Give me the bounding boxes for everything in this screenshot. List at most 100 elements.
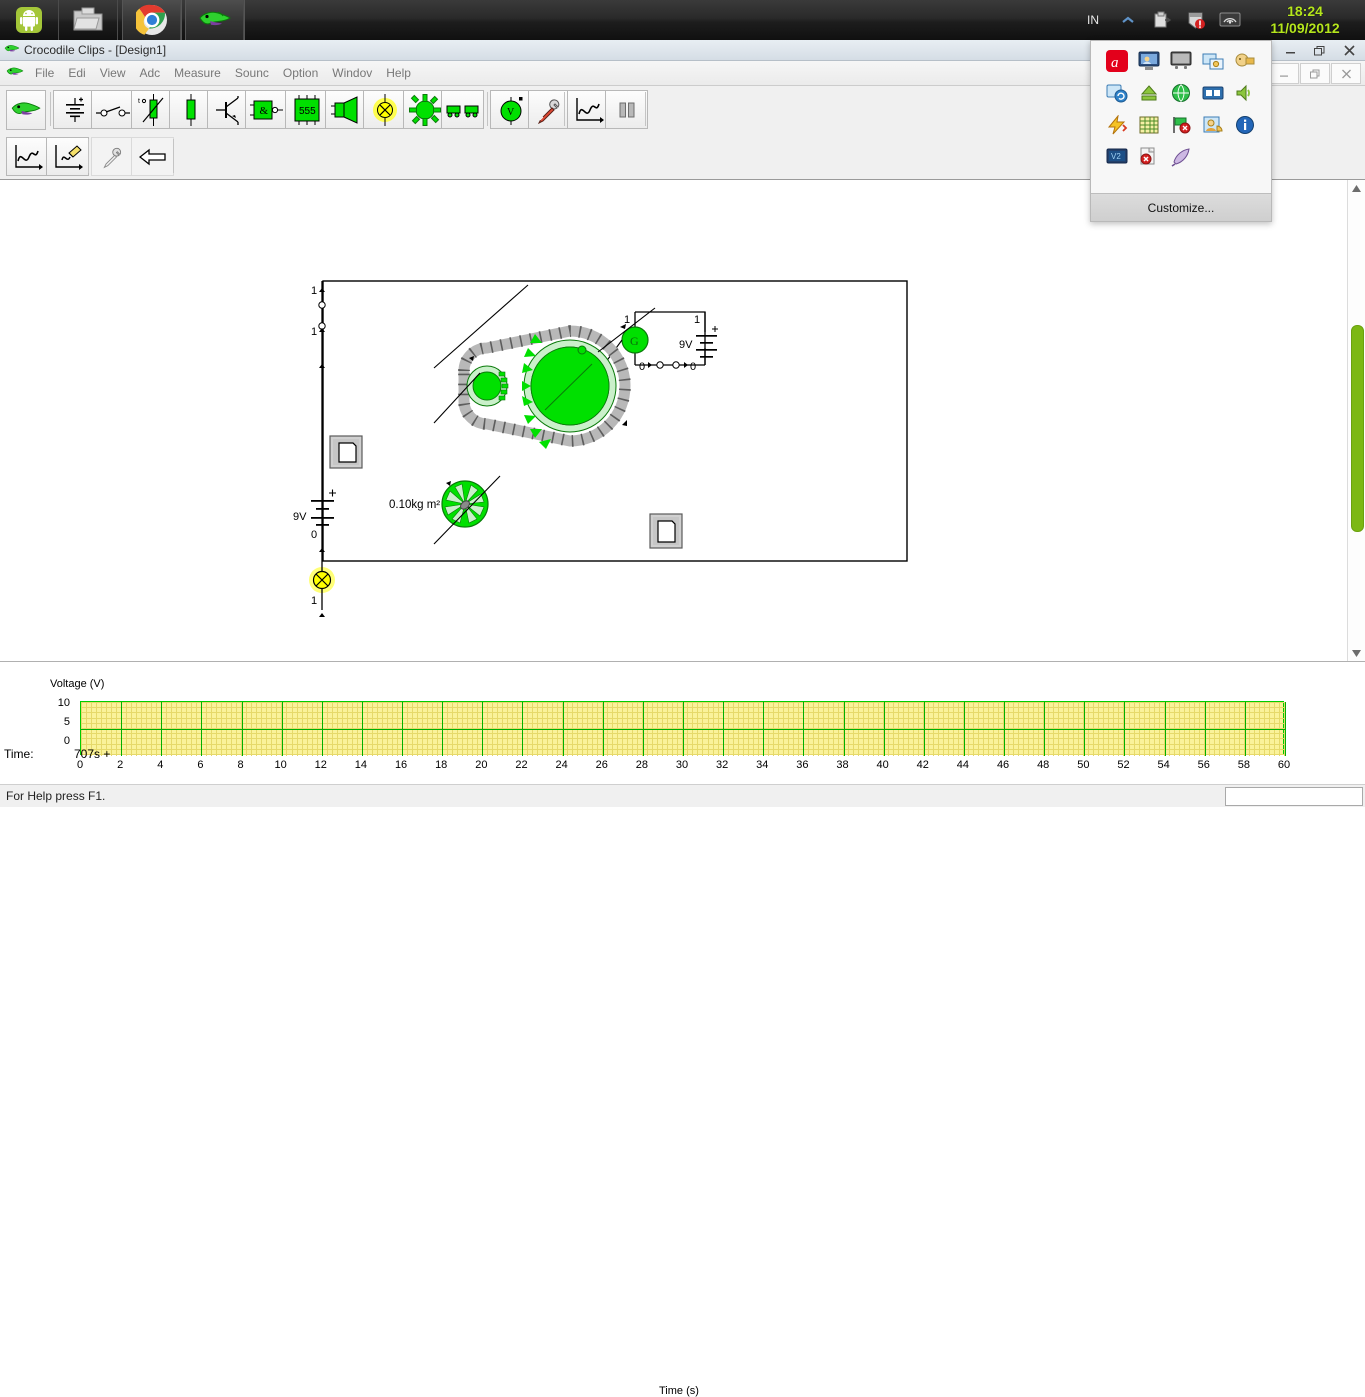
updater-icon[interactable] — [1101, 77, 1133, 109]
network-connection-icon[interactable] — [1197, 45, 1229, 77]
graph-x-tick-label: 60 — [1277, 759, 1291, 771]
graph-x-tick-label: 6 — [197, 759, 204, 771]
clock-time: 18:24 — [1287, 3, 1323, 19]
menu-items: File Edi View Adc Measure Sounc Option W… — [28, 61, 418, 85]
mdi-close-icon[interactable] — [1331, 63, 1361, 84]
crocodile-parts-icon[interactable] — [6, 90, 46, 130]
battery-icon[interactable] — [53, 90, 96, 129]
avira-antivirus-icon[interactable]: a — [1101, 45, 1133, 77]
ic-555-icon[interactable]: 555 — [285, 90, 328, 129]
mdi-minimize-icon[interactable] — [1269, 63, 1299, 84]
safely-remove-icon[interactable] — [1133, 77, 1165, 109]
svg-text:V: V — [507, 107, 515, 118]
switch-icon[interactable] — [91, 90, 134, 129]
battery-meter-icon[interactable] — [1197, 77, 1229, 109]
canvas-vertical-scrollbar[interactable] — [1347, 180, 1365, 662]
remote-desktop-icon[interactable] — [1133, 45, 1165, 77]
vm-console-icon[interactable]: V2 — [1101, 141, 1133, 173]
feather-pen-icon[interactable] — [1165, 141, 1197, 173]
taskbar-button-android[interactable] — [0, 0, 58, 40]
customize-tray-button[interactable]: Customize... — [1091, 193, 1271, 221]
switch-component — [329, 435, 363, 469]
svg-text:0: 0 — [690, 361, 696, 373]
close-icon[interactable] — [1335, 40, 1365, 60]
menu-sound[interactable]: Sounc — [228, 63, 276, 83]
mdi-restore-icon[interactable] — [1300, 63, 1330, 84]
edit-graph-icon[interactable] — [46, 137, 89, 176]
tray-overflow-flyout[interactable]: a V2 Customize... — [1090, 40, 1272, 222]
power-flash-icon[interactable] — [1101, 109, 1133, 141]
minimize-icon[interactable] — [1275, 40, 1305, 60]
menu-measure[interactable]: Measure — [167, 63, 228, 83]
graph-x-tick-label: 16 — [394, 759, 408, 771]
belt-gear-assembly[interactable] — [433, 284, 656, 449]
system-tray: IN — [1087, 0, 1247, 40]
graph-x-tick-label: 30 — [675, 759, 689, 771]
flywheel-component[interactable]: 0.10kg m² — [389, 475, 501, 545]
scroll-up-icon[interactable] — [1348, 180, 1365, 197]
svg-text:0: 0 — [639, 361, 645, 373]
graph-plot-area[interactable] — [80, 701, 1286, 756]
taskbar-button-crocodile-clips[interactable] — [185, 0, 245, 40]
svg-text:0: 0 — [311, 529, 317, 541]
disconnect-icon[interactable] — [1133, 141, 1165, 173]
status-help-text: For Help press F1. — [6, 789, 106, 803]
menu-file[interactable]: File — [28, 63, 61, 83]
design-canvas[interactable]: 1 1 9V 0 1 G 1 1 0 0 9V 0.10kg m² — [0, 180, 1348, 662]
volume-speaker-icon[interactable] — [1229, 77, 1261, 109]
menu-options[interactable]: Option — [276, 63, 325, 83]
windows-taskbar: IN 18:24 11/09/2012 — [0, 0, 1365, 41]
user-account-icon[interactable] — [1197, 109, 1229, 141]
graph-icon[interactable] — [567, 90, 610, 129]
design-canvas-area: 1 1 9V 0 1 G 1 1 0 0 9V 0.10kg m² — [0, 179, 1365, 662]
motor-gear-icon[interactable] — [403, 90, 446, 129]
svg-text:a: a — [1111, 55, 1119, 71]
new-graph-icon[interactable] — [6, 137, 49, 176]
variable-resistor-icon[interactable]: t — [131, 90, 174, 129]
resistor-icon[interactable] — [169, 90, 212, 129]
svg-text:1: 1 — [624, 314, 630, 326]
tray-icon-grid: a V2 — [1091, 45, 1271, 185]
svg-text:1: 1 — [694, 314, 700, 326]
graph-x-tick-label: 28 — [635, 759, 648, 771]
network-icon[interactable] — [1217, 7, 1243, 33]
transistor-icon[interactable] — [207, 90, 250, 129]
menu-window[interactable]: Windov — [325, 63, 379, 83]
graph-x-tick-label: 52 — [1117, 759, 1130, 771]
info-icon[interactable] — [1229, 109, 1261, 141]
svg-text:9V: 9V — [293, 511, 307, 523]
menu-edit[interactable]: Edi — [61, 63, 92, 83]
show-hidden-icons-chevron[interactable] — [1115, 7, 1141, 33]
back-arrow-icon[interactable] — [131, 137, 174, 176]
tools-pointer-icon[interactable] — [91, 137, 134, 176]
taskbar-clock[interactable]: 18:24 11/09/2012 — [1251, 3, 1359, 37]
leader-line-top — [433, 284, 529, 369]
mechanics-parts-icon[interactable] — [441, 90, 484, 129]
voltmeter-icon[interactable]: V — [490, 90, 533, 129]
logic-gate-icon[interactable]: & — [245, 90, 288, 129]
spreadsheet-icon[interactable] — [1133, 109, 1165, 141]
lamp-icon[interactable] — [363, 90, 406, 129]
svg-text:9V: 9V — [679, 339, 693, 351]
taskbar-button-chrome[interactable] — [122, 0, 182, 40]
voltage-graph-panel[interactable]: Voltage (V) 10 5 0 0 2 4 6 8 10 12 14 16 18 20 22 24… — [0, 661, 1365, 1397]
loudspeaker-icon[interactable] — [325, 90, 368, 129]
safely-remove-hardware-icon[interactable] — [1149, 7, 1175, 33]
scrollbar-thumb[interactable] — [1351, 325, 1364, 532]
menu-help[interactable]: Help — [379, 63, 418, 83]
input-language-indicator[interactable]: IN — [1087, 13, 1099, 27]
restore-icon[interactable] — [1305, 40, 1335, 60]
svg-text:1: 1 — [311, 326, 317, 338]
scroll-down-icon[interactable] — [1348, 645, 1365, 662]
security-icon[interactable] — [1229, 45, 1261, 77]
taskbar-button-file-explorer[interactable] — [59, 0, 117, 40]
pause-icon[interactable] — [605, 90, 648, 129]
flag-error-icon[interactable] — [1165, 109, 1197, 141]
action-center-icon[interactable] — [1183, 7, 1209, 33]
graph-x-tick-label: 20 — [475, 759, 488, 771]
graph-x-tick-label: 36 — [796, 759, 809, 771]
menu-add[interactable]: Adc — [132, 63, 167, 83]
menu-view[interactable]: View — [93, 63, 133, 83]
globe-icon[interactable] — [1165, 77, 1197, 109]
display-icon[interactable] — [1165, 45, 1197, 77]
